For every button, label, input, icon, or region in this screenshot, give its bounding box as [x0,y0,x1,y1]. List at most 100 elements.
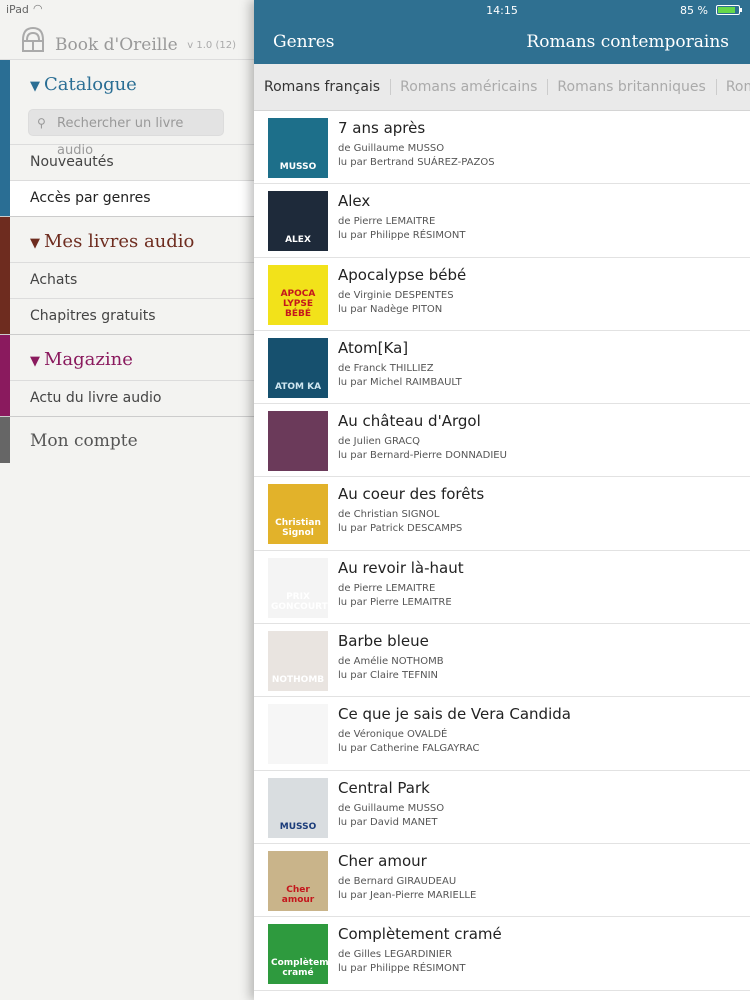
sidebar-header: Book d'Oreille v 1.0 (12) [0,20,254,60]
book-reader: lu par Patrick DESCAMPS [338,523,463,535]
search-input[interactable]: ⚲ Rechercher un livre audio [28,109,224,158]
list-item[interactable]: Cher amour Cher amour de Bernard GIRAUDEAU… [254,844,750,918]
cover-text: PRIX GONCOURT [271,591,328,612]
book-title: Complètement cramé [338,925,502,944]
cover-text: NOTHOMB [271,675,325,686]
book-author: de Véronique OVALDÉ [338,729,448,741]
status-bar-left: iPad ◠ [0,0,254,20]
book-author: de Pierre LEMAITRE [338,216,436,228]
book-cover-image: MUSSO [268,777,328,838]
subgenre-tabs: Romans français Romans américains Romans b… [254,64,750,111]
book-author: de Bernard GIRAUDEAU [338,875,457,887]
book-cover-image: MUSSO [268,118,328,178]
book-reader: lu par Nadège PITON [338,303,443,315]
section-label: Mes livres audio [44,231,195,252]
book-title: Ce que je sais de Vera Candida [338,705,571,724]
book-author: de Franck THILLIEZ [338,362,434,374]
status-time: 14:15 [486,4,518,17]
book-title: Apocalypse bébé [338,265,467,284]
book-title: 7 ans après [338,119,426,137]
cover-text: Complètement cramé [271,958,328,979]
list-item[interactable]: ATOM KA Atom[Ka] de Franck THILLIEZ lu par … [254,331,750,405]
sidebar-item-actu[interactable]: Actu du livre audio [0,380,254,416]
list-item[interactable]: NOTHOMB Barbe bleue de Amélie NOTHOMB lu pa… [254,624,750,698]
book-reader: lu par Claire TEFNIN [338,670,439,682]
list-item[interactable]: ALEX Alex de Pierre LEMAITRE lu par Philipp… [254,184,750,258]
list-item[interactable]: PRIX GONCOURT Au revoir là-haut de Pierre … [254,551,750,625]
main-panel: 14:15 85 % Genres Romans contemporains R… [254,0,750,1000]
book-title: Cher amour [338,851,427,870]
book-reader: lu par Bertrand SUÁREZ-PAZOS [338,157,495,168]
list-item[interactable]: Ce que je sais de Vera Candida de Véroniq… [254,697,750,771]
book-cover-image: Complètement cramé [268,924,328,985]
tab-romans-britanniques[interactable]: Romans britanniques [547,64,715,110]
book-author: de Guillaume MUSSO [338,143,445,154]
section-magazine: ▼ Magazine Actu du livre audio [0,335,254,417]
cover-text: Christian Signol [275,518,321,539]
cover-text: MUSSO [279,162,317,172]
section-catalogue: ▼ Catalogue ⚲ Rechercher un livre audio N… [0,60,254,217]
page-title: Romans contemporains [526,32,729,52]
sidebar-item-achats[interactable]: Achats [0,262,254,298]
sidebar: Book d'Oreille v 1.0 (12) ▼ Catalogue ⚲ R… [0,20,254,1000]
list-item[interactable]: MUSSO Central Park de Guillaume MUSSO lu pa… [254,771,750,844]
book-title: Barbe bleue [338,632,429,651]
book-cover-image: PRIX GONCOURT [268,557,328,618]
book-title: Atom[Ka] [338,338,409,357]
cover-text: MUSSO [279,821,317,832]
book-author: de Julien GRACQ [338,436,421,448]
book-author: de Gilles LEGARDINIER [338,949,453,961]
cover-text: ALEX [285,235,311,246]
book-author: de Amélie NOTHOMB [338,656,444,668]
sidebar-item-acces-par-genres[interactable]: Accès par genres [0,180,254,216]
tab-romans-americains[interactable]: Romans américains [390,64,547,110]
section-title-catalogue[interactable]: ▼ Catalogue [0,60,254,105]
book-cover-image: Christian Signol [268,484,328,545]
book-reader: lu par Jean-Pierre MARIELLE [338,889,477,901]
book-list: MUSSO 7 ans après de Guillaume MUSSO lu par… [254,111,750,991]
list-item[interactable]: APOCA LYPSE BÉBÉ Apocalypse bébé de Virgin… [254,258,750,331]
book-reader: lu par Philippe RÉSIMONT [338,963,466,975]
list-item[interactable]: Au château d'Argol de Julien GRACQ lu par … [254,404,750,478]
app-logo-icon [22,26,44,52]
section-color-bar [0,417,10,463]
wifi-icon: ◠ [33,2,43,15]
sidebar-item-nouveautes[interactable]: Nouveautés [0,144,254,180]
sidebar-item-chapitres-gratuits[interactable]: Chapitres gratuits [0,298,254,334]
list-item[interactable]: MUSSO 7 ans après de Guillaume MUSSO lu par… [254,111,750,185]
app-name: Book d'Oreille [55,35,178,55]
list-item[interactable]: Complètement cramé Complètement cramé de G… [254,917,750,991]
book-reader: lu par Pierre LEMAITRE [338,596,452,608]
list-item[interactable]: Christian Signol Au coeur des forêts de Ch… [254,477,750,551]
book-title: Au revoir là-haut [338,558,464,577]
book-author: de Christian SIGNOL [338,509,440,521]
book-reader: lu par Michel RAIMBAULT [338,376,462,388]
book-reader: lu par Philippe RÉSIMONT [338,230,466,242]
book-cover-image: ATOM KA [268,337,328,398]
tab-romans-francais[interactable]: Romans français [254,64,390,110]
book-author: de Virginie DESPENTES [338,289,454,301]
cover-text: Cher amour [281,884,315,905]
cover-text: ATOM KA [274,381,322,392]
book-title: Central Park [338,778,430,797]
book-reader: lu par David MANET [338,816,438,828]
book-title: Au château d'Argol [338,412,481,431]
disclosure-triangle-icon: ▼ [30,354,40,369]
section-title-mes-livres[interactable]: ▼ Mes livres audio [0,217,254,262]
back-button-genres[interactable]: Genres [273,32,335,52]
book-cover-image: APOCA LYPSE BÉBÉ [268,264,328,325]
sidebar-item-mon-compte[interactable]: Mon compte [0,417,254,463]
nav-bar: 14:15 85 % Genres Romans contemporains [254,0,750,64]
disclosure-triangle-icon: ▼ [30,79,40,94]
section-title-magazine[interactable]: ▼ Magazine [0,335,254,380]
battery-icon [716,5,742,15]
book-reader: lu par Catherine FALGAYRAC [338,743,480,755]
book-title: Au coeur des forêts [338,485,485,504]
book-author: de Guillaume MUSSO [338,802,445,814]
book-cover-image: Cher amour [268,850,328,911]
battery-percentage: 85 % [680,4,708,17]
tab-romans-more[interactable]: Romans [715,64,750,110]
book-author: de Pierre LEMAITRE [338,582,436,594]
book-cover-image [268,704,328,765]
section-mes-livres: ▼ Mes livres audio Achats Chapitres gratu… [0,217,254,335]
